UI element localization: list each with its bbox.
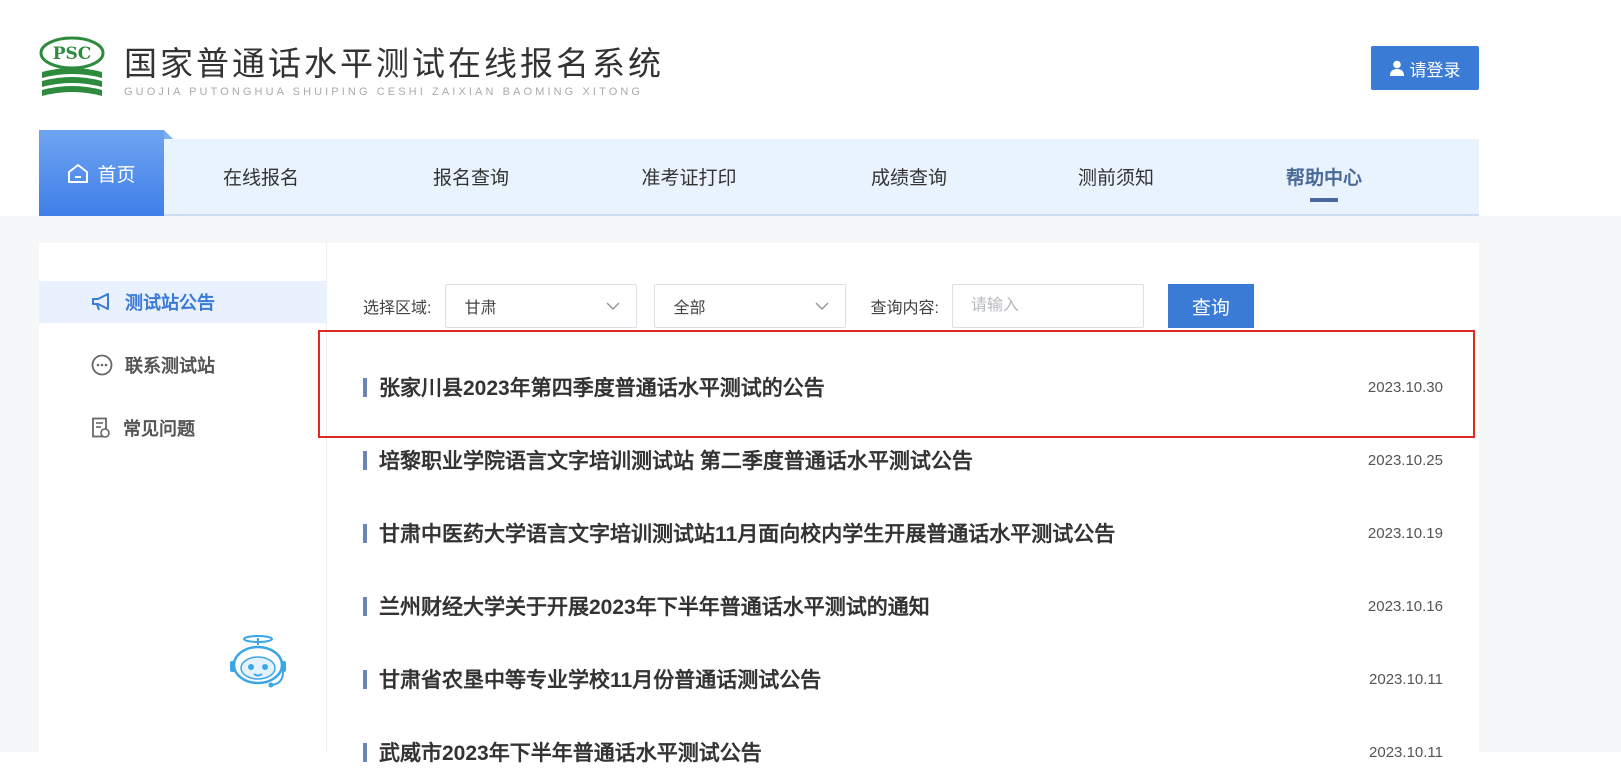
nav-item-pre-test-notice[interactable]: 测前须知 xyxy=(1056,139,1176,214)
news-date: 2023.10.11 xyxy=(1369,743,1443,761)
nav-item-score-query[interactable]: 成绩查询 xyxy=(849,139,969,214)
news-date: 2023.10.11 xyxy=(1369,670,1443,688)
sidebar-item-label: 常见问题 xyxy=(123,419,195,439)
list-item[interactable]: 武威市2023年下半年普通话水平测试公告 2023.10.11 xyxy=(363,732,1443,772)
sidebar-item-contact-station[interactable]: 联系测试站 xyxy=(39,344,327,386)
nav-home-label: 首页 xyxy=(97,164,136,186)
news-date: 2023.10.19 xyxy=(1367,524,1443,542)
news-title: 甘肃省农垦中等专业学校11月份普通话测试公告 xyxy=(363,664,821,694)
news-date: 2023.10.16 xyxy=(1367,597,1443,615)
site-title: 国家普通话水平测试在线报名系统 xyxy=(124,44,664,83)
province-value: 甘肃 xyxy=(464,300,497,317)
login-label: 请登录 xyxy=(1409,60,1461,80)
nav-label: 报名查询 xyxy=(432,168,509,189)
search-button[interactable]: 查询 xyxy=(1167,284,1254,328)
query-label: 查询内容: xyxy=(870,300,939,317)
news-title: 张家川县2023年第四季度普通话水平测试的公告 xyxy=(363,372,825,402)
site-logo[interactable]: PSC 国家普通话水平测试在线报名系统 GUOJIA PUTONGHUA SHU… xyxy=(38,36,664,102)
news-date: 2023.10.30 xyxy=(1367,378,1443,396)
list-item[interactable]: 张家川县2023年第四季度普通话水平测试的公告 2023.10.30 xyxy=(363,367,1443,407)
nav-label: 准考证打印 xyxy=(641,168,737,189)
news-title: 甘肃中医药大学语言文字培训测试站11月面向校内学生开展普通话水平测试公告 xyxy=(363,518,1115,548)
nav-item-help-center[interactable]: 帮助中心 xyxy=(1264,139,1384,214)
news-title: 培黎职业学院语言文字培训测试站 第二季度普通话水平测试公告 xyxy=(363,445,973,475)
list-item[interactable]: 兰州财经大学关于开展2023年下半年普通话水平测试的通知 2023.10.16 xyxy=(363,586,1443,626)
list-item[interactable]: 甘肃省农垦中等专业学校11月份普通话测试公告 2023.10.11 xyxy=(363,659,1443,699)
list-item[interactable]: 培黎职业学院语言文字培训测试站 第二季度普通话水平测试公告 2023.10.25 xyxy=(363,440,1443,480)
active-indicator xyxy=(1310,198,1338,202)
sidebar: 测试站公告 联系测试站 常见问题 xyxy=(39,243,327,752)
news-title: 武威市2023年下半年普通话水平测试公告 xyxy=(363,737,762,767)
city-value: 全部 xyxy=(673,300,706,317)
province-select[interactable]: 甘肃 xyxy=(445,284,638,328)
filter-bar: 选择区域: 甘肃 全部 查询内容: 查询 xyxy=(363,284,1254,328)
chevron-down-icon xyxy=(606,302,620,310)
nav-label: 在线报名 xyxy=(222,168,299,189)
sidebar-item-label: 联系测试站 xyxy=(125,356,215,376)
sidebar-item-label: 测试站公告 xyxy=(125,293,215,313)
user-icon xyxy=(1389,60,1404,76)
document-icon xyxy=(92,417,110,438)
nav-item-registration-query[interactable]: 报名查询 xyxy=(411,139,531,214)
chat-bubble-icon xyxy=(91,354,113,376)
logo-badge-text: PSC xyxy=(53,44,92,64)
psc-logo-icon: PSC xyxy=(38,36,106,102)
site-subtitle: GUOJIA PUTONGHUA SHUIPING CESHI ZAIXIAN … xyxy=(124,86,644,98)
query-input[interactable] xyxy=(951,284,1144,328)
sidebar-item-faq[interactable]: 常见问题 xyxy=(39,407,327,449)
nav-item-online-registration[interactable]: 在线报名 xyxy=(201,139,321,214)
robot-assistant-icon[interactable] xyxy=(227,635,289,691)
nav-item-admission-ticket[interactable]: 准考证打印 xyxy=(624,139,754,214)
login-button[interactable]: 请登录 xyxy=(1371,46,1479,90)
list-item[interactable]: 甘肃中医药大学语言文字培训测试站11月面向校内学生开展普通话水平测试公告 202… xyxy=(363,513,1443,553)
home-icon xyxy=(68,164,89,183)
news-title: 兰州财经大学关于开展2023年下半年普通话水平测试的通知 xyxy=(363,591,930,621)
content-card: 测试站公告 联系测试站 常见问题 选择区域: 甘肃 全部 查询内容: 请输入 查… xyxy=(39,243,1479,765)
megaphone-icon xyxy=(92,293,109,311)
sidebar-item-announcements[interactable]: 测试站公告 xyxy=(39,281,327,323)
chevron-down-icon xyxy=(815,302,829,310)
main-nav: 首页 在线报名 报名查询 准考证打印 成绩查询 测前须知 帮助中心 xyxy=(39,130,1479,216)
city-select[interactable]: 全部 xyxy=(654,284,847,328)
nav-label: 测前须知 xyxy=(1077,168,1154,189)
nav-item-home[interactable]: 首页 xyxy=(39,130,173,216)
nav-label: 帮助中心 xyxy=(1285,168,1362,189)
news-date: 2023.10.25 xyxy=(1367,451,1443,469)
nav-label: 成绩查询 xyxy=(870,168,947,189)
region-label: 选择区域: xyxy=(363,300,432,317)
